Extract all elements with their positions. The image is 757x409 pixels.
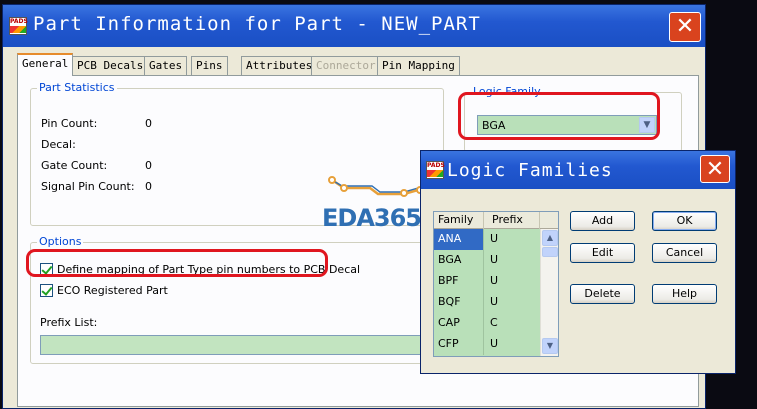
list-item[interactable]: CAP C xyxy=(434,313,540,334)
list-header: Family Prefix xyxy=(434,212,558,229)
help-button[interactable]: Help xyxy=(652,284,717,304)
logic-families-title: Logic Families xyxy=(447,160,613,181)
define-mapping-highlight xyxy=(26,249,328,277)
prefix-cell: U xyxy=(490,337,499,350)
close-icon: ✕ xyxy=(675,14,695,39)
close-button[interactable]: ✕ xyxy=(669,12,701,42)
logic-families-close-button[interactable]: ✕ xyxy=(700,155,730,183)
pads-app-icon: PADS xyxy=(426,161,445,179)
list-item[interactable]: BGA U xyxy=(434,250,540,271)
tab-connector: Connector xyxy=(311,56,381,75)
delete-button[interactable]: Delete xyxy=(570,284,635,304)
circuit-trace-icon xyxy=(328,176,424,197)
list-item[interactable]: ANA U xyxy=(434,229,540,250)
tab-general[interactable]: General xyxy=(17,53,74,76)
edit-button[interactable]: Edit xyxy=(570,243,635,263)
gate-count-value: 0 xyxy=(145,159,152,172)
options-label: Options xyxy=(37,235,84,248)
scroll-thumb[interactable] xyxy=(542,247,558,257)
tab-gates[interactable]: Gates xyxy=(144,56,188,75)
scroll-down-icon[interactable]: ▼ xyxy=(542,338,558,354)
eco-registered-checkbox[interactable] xyxy=(40,284,53,297)
logic-family-highlight xyxy=(458,92,660,140)
list-item[interactable]: BQF U xyxy=(434,292,540,313)
pin-count-value: 0 xyxy=(145,117,152,130)
logic-families-body: Family Prefix ANA U BGA U BPF U BQF U CA… xyxy=(424,189,732,371)
part-statistics-label: Part Statistics xyxy=(37,81,117,94)
family-cell: BPF xyxy=(434,271,484,292)
prefix-cell: U xyxy=(490,253,499,266)
tab-attributes[interactable]: Attributes xyxy=(241,56,318,75)
tab-pcb-decals[interactable]: PCB Decals xyxy=(72,56,149,75)
prefix-list-label: Prefix List: xyxy=(40,316,98,329)
tab-pin-mapping[interactable]: Pin Mapping xyxy=(377,56,460,75)
cancel-button[interactable]: Cancel xyxy=(652,243,717,263)
pads-app-icon: PADS xyxy=(9,17,28,35)
column-header-family[interactable]: Family xyxy=(434,212,484,229)
add-button[interactable]: Add xyxy=(570,211,635,231)
signal-pin-count-value: 0 xyxy=(145,180,152,193)
close-icon: ✕ xyxy=(705,157,725,182)
logic-families-list[interactable]: Family Prefix ANA U BGA U BPF U BQF U CA… xyxy=(433,211,559,357)
decal-label: Decal: xyxy=(41,138,76,151)
column-header-prefix[interactable]: Prefix xyxy=(484,212,540,229)
prefix-cell: C xyxy=(490,316,498,329)
scroll-up-icon[interactable]: ▲ xyxy=(542,230,558,246)
prefix-cell: U xyxy=(490,274,499,287)
tab-pins[interactable]: Pins xyxy=(191,56,228,75)
pin-count-label: Pin Count: xyxy=(41,117,98,130)
list-scrollbar[interactable]: ▲ ▼ xyxy=(540,229,558,356)
logic-families-dialog: PADS Logic Families ✕ Family Prefix ANA … xyxy=(420,150,736,374)
prefix-list-input[interactable] xyxy=(40,335,440,355)
window-title: Part Information for Part - NEW_PART xyxy=(33,13,481,35)
prefix-cell: U xyxy=(490,232,499,245)
ok-button[interactable]: OK xyxy=(652,211,717,231)
family-cell: ANA xyxy=(434,229,484,250)
watermark-text: EDA365 xyxy=(322,204,422,232)
family-cell: BGA xyxy=(434,250,484,271)
list-item[interactable]: BPF U xyxy=(434,271,540,292)
family-cell: BQF xyxy=(434,292,484,313)
eco-registered-label[interactable]: ECO Registered Part xyxy=(57,284,168,297)
list-item[interactable]: CFP U xyxy=(434,334,540,355)
gate-count-label: Gate Count: xyxy=(41,159,108,172)
family-cell: CFP xyxy=(434,334,484,355)
logic-families-title-bar[interactable]: PADS Logic Families ✕ xyxy=(421,151,735,189)
family-cell: CAP xyxy=(434,313,484,334)
title-bar[interactable]: PADS Part Information for Part - NEW_PAR… xyxy=(3,5,705,47)
signal-pin-count-label: Signal Pin Count: xyxy=(41,180,135,193)
prefix-cell: U xyxy=(490,295,499,308)
